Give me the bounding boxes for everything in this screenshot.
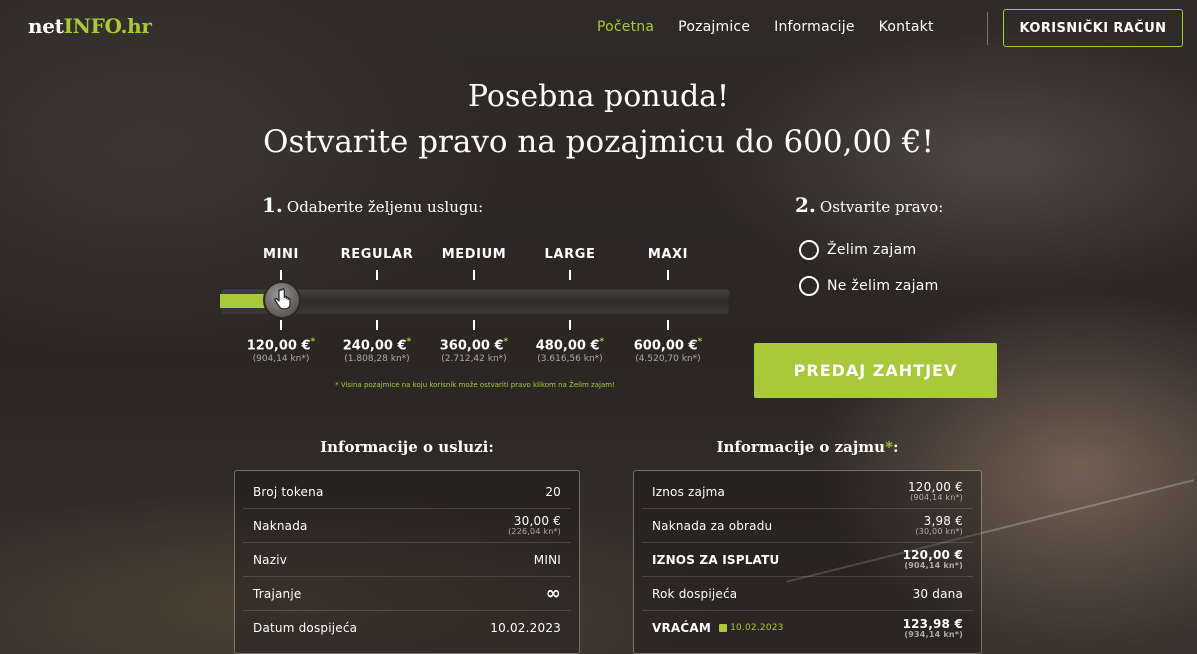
- tier-price-regular[interactable]: 240,00 €*: [322, 337, 432, 353]
- tier-label-medium[interactable]: MEDIUM: [424, 247, 524, 262]
- step2-heading: 2. Ostvarite pravo:: [795, 193, 944, 217]
- tier-price-kn: (1.808,28 kn*): [344, 354, 410, 364]
- tier-label-maxi[interactable]: MAXI: [618, 247, 718, 262]
- slider-footnote: * Visina pozajmice na koju korisnik može…: [335, 381, 615, 389]
- submit-request-button[interactable]: PREDAJ ZAHTJEV: [754, 343, 997, 398]
- table-row: Iznos zajma 120,00 € (904,14 kn*): [642, 475, 973, 509]
- hero-title: Posebna ponuda!: [467, 79, 730, 114]
- tier-price-kn: (2.712,42 kn*): [441, 354, 507, 364]
- tier-tick: [280, 270, 282, 280]
- account-button[interactable]: KORISNIČKI RAČUN: [1003, 9, 1183, 47]
- loan-info-table: Iznos zajma 120,00 € (904,14 kn*) Naknada…: [633, 470, 982, 654]
- site-logo[interactable]: netINFO.hr: [28, 14, 152, 38]
- radio-ne-zelim-zajam[interactable]: Ne želim zajam: [799, 276, 939, 296]
- tier-tick: [280, 320, 282, 330]
- tier-price-maxi[interactable]: 600,00 €*: [613, 337, 723, 353]
- tier-price-kn: (3.616,56 kn*): [537, 354, 603, 364]
- nav-item-kontakt[interactable]: Kontakt: [879, 19, 934, 35]
- tier-tick: [667, 270, 669, 280]
- tier-label-mini[interactable]: MINI: [231, 247, 331, 262]
- infinity-value: ∞: [545, 582, 561, 604]
- hero-subtitle: Ostvarite pravo na pozajmicu do 600,00 €…: [263, 124, 934, 160]
- hand-pointer-icon: [274, 288, 291, 310]
- tier-label-regular[interactable]: REGULAR: [327, 247, 427, 262]
- tier-price-large[interactable]: 480,00 €*: [515, 337, 625, 353]
- table-row: Trajanje ∞: [243, 577, 571, 611]
- tier-price-medium[interactable]: 360,00 €*: [419, 337, 529, 353]
- table-row: VRAĆAM 10.02.2023 123,98 € (934,14 kn*): [652, 616, 963, 639]
- table-row: Naknada za obradu 3,98 € (30,00 kn*): [642, 509, 973, 543]
- tier-tick: [473, 270, 475, 280]
- service-info-title: Informacije o usluzi:: [320, 438, 494, 456]
- radio-circle[interactable]: [799, 240, 819, 260]
- tier-tick: [473, 320, 475, 330]
- tier-price-mini[interactable]: 120,00 €*: [226, 337, 336, 353]
- loan-slider-handle[interactable]: [263, 281, 301, 319]
- tier-tick: [569, 320, 571, 330]
- main-nav: Početna Pozajmice Informacije Kontakt: [597, 19, 934, 35]
- table-row: Datum dospijeća 10.02.2023: [253, 621, 561, 635]
- table-row: IZNOS ZA ISPLATU 120,00 € (904,14 kn*): [642, 543, 973, 577]
- tier-price-kn: (904,14 kn*): [252, 354, 310, 364]
- nav-divider: [987, 12, 988, 45]
- table-row: Naziv MINI: [243, 543, 571, 577]
- service-info-table: Broj tokena 20 Naknada 30,00 € (226,04 kn…: [234, 470, 580, 654]
- table-row: Rok dospijeća 30 dana: [642, 577, 973, 611]
- return-date: 10.02.2023: [719, 623, 784, 633]
- nav-item-pozajmice[interactable]: Pozajmice: [678, 19, 750, 35]
- radio-circle[interactable]: [799, 276, 819, 296]
- nav-item-informacije[interactable]: Informacije: [774, 19, 855, 35]
- tier-tick: [376, 320, 378, 330]
- table-row: Broj tokena 20: [243, 475, 571, 509]
- tier-tick: [569, 270, 571, 280]
- nav-item-pocetna[interactable]: Početna: [597, 19, 654, 35]
- step1-heading: 1. Odaberite željenu uslugu:: [262, 193, 484, 217]
- tier-tick: [667, 320, 669, 330]
- loan-info-title: Informacije o zajmu*:: [716, 438, 899, 456]
- radio-zelim-zajam[interactable]: Želim zajam: [799, 240, 916, 260]
- tier-price-kn: (4.520,70 kn*): [635, 354, 701, 364]
- tier-label-large[interactable]: LARGE: [520, 247, 620, 262]
- table-row: Naknada 30,00 € (226,04 kn*): [243, 509, 571, 543]
- tier-tick: [376, 270, 378, 280]
- calendar-icon: [719, 624, 728, 632]
